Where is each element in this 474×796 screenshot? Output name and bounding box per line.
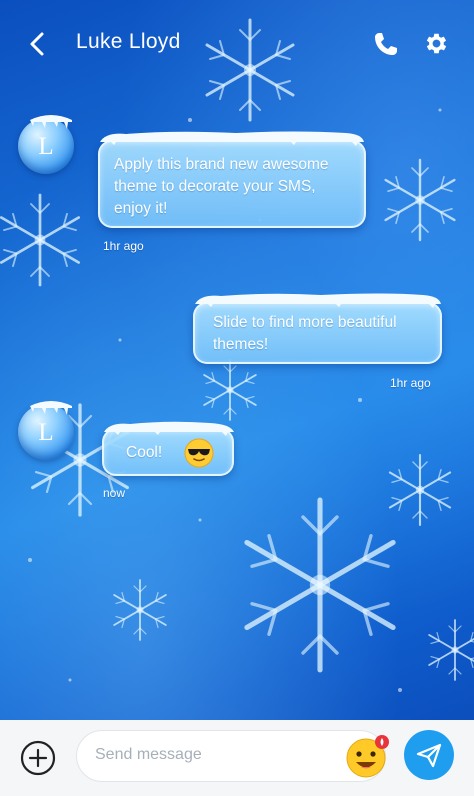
message-text-line: Apply this brand new awesome <box>114 156 329 173</box>
send-button[interactable] <box>404 730 454 780</box>
contact-name[interactable]: Luke Lloyd <box>76 30 181 54</box>
snow-cap-decoration <box>104 421 234 436</box>
message-timestamp: 1hr ago <box>103 239 144 253</box>
message-timestamp: now <box>103 486 126 500</box>
snow-cap-decoration <box>100 131 364 146</box>
sunglasses-emoji-icon <box>184 438 214 468</box>
plus-circle-icon[interactable] <box>20 740 56 776</box>
message-text: Cool! <box>126 444 163 461</box>
phone-icon[interactable] <box>372 30 400 58</box>
back-arrow-icon[interactable] <box>22 28 54 60</box>
chat-screen: Luke Lloyd L Apply this brand new awesom… <box>0 0 474 796</box>
message-text-line: enjoy it! <box>114 200 168 217</box>
incoming-message-bubble[interactable]: Apply this brand new awesome theme to de… <box>98 140 366 228</box>
outgoing-message-bubble[interactable]: Slide to find more beautiful themes! <box>193 302 442 364</box>
snow-cap-decoration <box>195 293 441 308</box>
avatar-letter: L <box>38 419 54 446</box>
message-text-line: themes! <box>213 336 269 353</box>
contact-avatar[interactable]: L <box>18 401 74 460</box>
emoji-sticker-icon[interactable] <box>344 733 390 779</box>
message-text-line: theme to decorate your SMS, <box>114 178 316 195</box>
contact-avatar[interactable]: L <box>18 115 74 174</box>
chat-header: Luke Lloyd <box>0 0 474 90</box>
message-timestamp: 1hr ago <box>390 376 431 390</box>
gear-icon[interactable] <box>423 30 450 57</box>
message-input-placeholder: Send message <box>95 746 202 763</box>
message-input[interactable]: Send message <box>76 730 386 782</box>
avatar-letter: L <box>38 133 54 160</box>
send-plane-icon <box>416 743 442 768</box>
message-text-line: Slide to find more beautiful <box>213 314 397 331</box>
